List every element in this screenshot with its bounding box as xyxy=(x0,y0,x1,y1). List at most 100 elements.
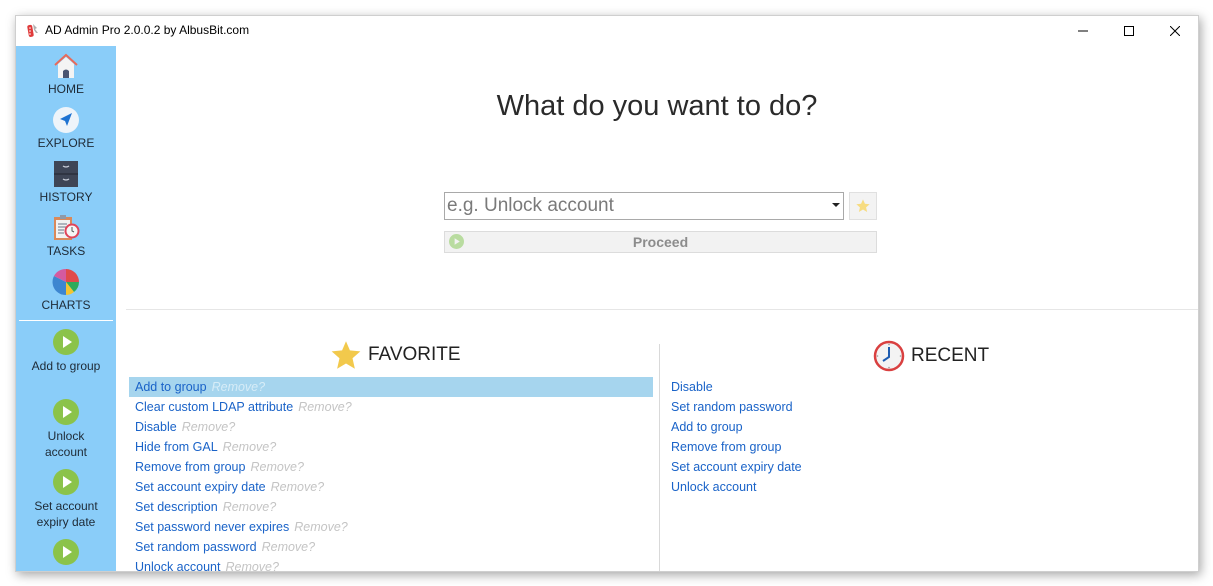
favorite-action-link[interactable]: Clear custom LDAP attribute xyxy=(135,400,293,414)
clock-icon xyxy=(873,340,905,372)
favorite-action-link[interactable]: Hide from GAL xyxy=(135,440,218,454)
action-search-combobox[interactable] xyxy=(444,192,844,220)
remove-favorite-link[interactable]: Remove? xyxy=(182,420,236,434)
proceed-label: Proceed xyxy=(632,234,689,250)
recent-action-link[interactable]: Set random password xyxy=(671,400,793,414)
favorite-action-link[interactable]: Set password never expires xyxy=(135,520,289,534)
favorite-item[interactable]: Clear custom LDAP attribute Remove? xyxy=(129,397,653,417)
maximize-icon xyxy=(1124,26,1134,36)
quick-action-label: Add to group xyxy=(31,359,101,373)
remove-favorite-link[interactable]: Remove? xyxy=(212,380,266,394)
play-icon xyxy=(53,539,79,565)
app-logo-icon xyxy=(27,24,38,37)
app-window: AD Admin Pro 2.0.0.2 by AlbusBit.com HOM… xyxy=(15,15,1199,572)
quick-action-remove-from-group[interactable]: Remove from xyxy=(16,539,116,571)
clipboard-clock-icon xyxy=(54,215,80,240)
sidebar: HOME EXPLORE HISTORY TASKS CHARTS Add to… xyxy=(16,46,116,571)
favorite-list: Add to group Remove? Clear custom LDAP at… xyxy=(129,377,653,571)
recent-item[interactable]: Unlock account xyxy=(665,477,1165,497)
recent-item[interactable]: Set account expiry date xyxy=(665,457,1165,477)
remove-favorite-link[interactable]: Remove? xyxy=(271,480,325,494)
favorite-action-link[interactable]: Set account expiry date xyxy=(135,480,266,494)
pie-chart-icon xyxy=(52,268,79,296)
recent-item[interactable]: Add to group xyxy=(665,417,1165,437)
favorite-item[interactable]: Hide from GAL Remove? xyxy=(129,437,653,457)
quick-action-label: Remove from xyxy=(16,568,116,571)
minimize-icon xyxy=(1078,30,1088,32)
sidebar-item-explore[interactable]: EXPLORE xyxy=(16,106,116,150)
favorite-action-link[interactable]: Add to group xyxy=(135,380,207,394)
quick-action-label: Set account expiry date xyxy=(34,499,98,529)
remove-favorite-link[interactable]: Remove? xyxy=(225,560,279,571)
recent-action-link[interactable]: Disable xyxy=(671,380,713,394)
sidebar-label: EXPLORE xyxy=(37,136,95,150)
favorite-action-link[interactable]: Set description xyxy=(135,500,218,514)
favorite-action-link[interactable]: Unlock account xyxy=(135,560,220,571)
sidebar-label: HISTORY xyxy=(39,190,93,204)
recent-title: RECENT xyxy=(911,345,990,366)
star-icon xyxy=(856,199,870,212)
play-icon xyxy=(53,329,79,355)
remove-favorite-link[interactable]: Remove? xyxy=(294,520,348,534)
sidebar-label: HOME xyxy=(48,82,84,96)
title-bar[interactable]: AD Admin Pro 2.0.0.2 by AlbusBit.com xyxy=(16,16,1198,46)
close-icon xyxy=(1170,26,1180,36)
sidebar-label: TASKS xyxy=(46,244,86,258)
favorite-action-link[interactable]: Remove from group xyxy=(135,460,245,474)
favorite-action-link[interactable]: Set random password xyxy=(135,540,257,554)
favorite-item[interactable]: Set account expiry date Remove? xyxy=(129,477,653,497)
recent-header: RECENT xyxy=(873,340,989,372)
quick-action-label: Unlock account xyxy=(44,429,88,459)
sidebar-item-tasks[interactable]: TASKS xyxy=(16,214,116,258)
recent-item[interactable]: Remove from group xyxy=(665,437,1165,457)
recent-action-link[interactable]: Set account expiry date xyxy=(671,460,802,474)
favorite-header: FAVORITE xyxy=(330,340,461,370)
remove-favorite-link[interactable]: Remove? xyxy=(223,500,277,514)
add-favorite-button[interactable] xyxy=(849,192,877,220)
favorite-item[interactable]: Set random password Remove? xyxy=(129,537,653,557)
recent-action-link[interactable]: Add to group xyxy=(671,420,743,434)
remove-favorite-link[interactable]: Remove? xyxy=(223,440,277,454)
main-panel: What do you want to do? Proceed FAVORITE xyxy=(116,46,1198,571)
recent-list: Disable Set random password Add to group… xyxy=(665,377,1165,497)
window-title: AD Admin Pro 2.0.0.2 by AlbusBit.com xyxy=(45,23,250,37)
recent-action-link[interactable]: Remove from group xyxy=(671,440,781,454)
sidebar-label: CHARTS xyxy=(41,298,91,312)
recent-item[interactable]: Disable xyxy=(665,377,1165,397)
minimize-button[interactable] xyxy=(1060,16,1106,46)
favorite-action-link[interactable]: Disable xyxy=(135,420,177,434)
remove-favorite-link[interactable]: Remove? xyxy=(262,540,316,554)
quick-action-add-to-group[interactable]: Add to group xyxy=(16,329,116,374)
star-icon xyxy=(331,341,361,369)
page-title: What do you want to do? xyxy=(496,90,818,122)
sidebar-divider xyxy=(19,320,113,321)
play-icon xyxy=(53,399,79,425)
sidebar-item-charts[interactable]: CHARTS xyxy=(16,268,116,312)
favorite-title: FAVORITE xyxy=(368,344,461,365)
favorite-item[interactable]: Add to group Remove? xyxy=(129,377,653,397)
chevron-down-icon[interactable] xyxy=(832,203,840,207)
sidebar-item-history[interactable]: HISTORY xyxy=(16,160,116,204)
favorite-item[interactable]: Set password never expires Remove? xyxy=(129,517,653,537)
favorite-item[interactable]: Set description Remove? xyxy=(129,497,653,517)
play-icon xyxy=(53,469,79,495)
maximize-button[interactable] xyxy=(1106,16,1152,46)
quick-action-unlock-account[interactable]: Unlock account xyxy=(16,399,116,460)
favorite-item[interactable]: Unlock account Remove? xyxy=(129,557,653,571)
quick-action-set-account-expiry-date[interactable]: Set account expiry date xyxy=(16,469,116,530)
sidebar-item-home[interactable]: HOME xyxy=(16,52,116,96)
section-divider xyxy=(126,309,1198,310)
favorite-item[interactable]: Disable Remove? xyxy=(129,417,653,437)
remove-favorite-link[interactable]: Remove? xyxy=(298,400,352,414)
close-button[interactable] xyxy=(1152,16,1198,46)
remove-favorite-link[interactable]: Remove? xyxy=(250,460,304,474)
recent-item[interactable]: Set random password xyxy=(665,397,1165,417)
action-search-input[interactable] xyxy=(447,195,821,217)
compass-icon xyxy=(53,107,79,133)
cabinet-icon xyxy=(54,161,78,187)
home-icon xyxy=(54,53,78,78)
recent-action-link[interactable]: Unlock account xyxy=(671,480,756,494)
column-divider xyxy=(659,344,660,571)
favorite-item[interactable]: Remove from group Remove? xyxy=(129,457,653,477)
proceed-button[interactable]: Proceed xyxy=(444,231,877,253)
